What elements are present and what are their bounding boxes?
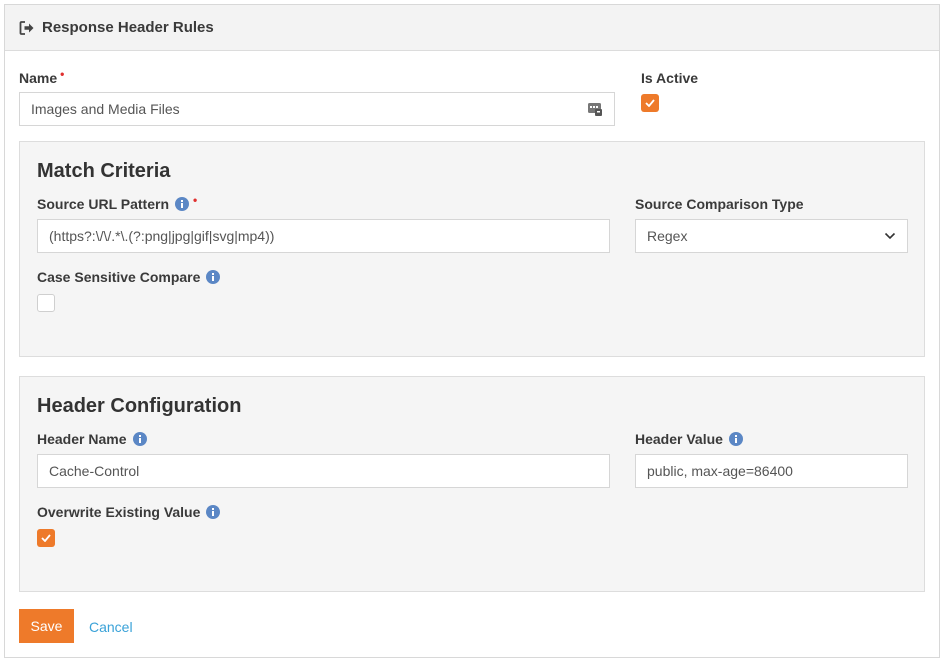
chevron-down-icon: [884, 232, 896, 240]
info-icon[interactable]: [175, 197, 189, 211]
source-comparison-type-label-text: Source Comparison Type: [635, 196, 804, 212]
source-comparison-type-label: Source Comparison Type: [635, 196, 804, 212]
source-url-pattern-label: Source URL Pattern •: [37, 193, 198, 212]
is-active-label-text: Is Active: [641, 70, 699, 86]
header-value-value: public, max-age=86400: [647, 463, 793, 479]
contact-card-icon[interactable]: [587, 101, 603, 117]
header-name-label-text: Header Name: [37, 431, 127, 447]
match-criteria-title: Match Criteria: [37, 160, 171, 182]
header-name-input[interactable]: Cache-Control: [37, 454, 610, 488]
check-icon: [645, 99, 655, 107]
info-icon[interactable]: [206, 270, 221, 284]
info-icon[interactable]: [206, 505, 221, 519]
is-active-label: Is Active: [641, 70, 698, 86]
source-url-pattern-value: (https?:\/\/.*\.(?:png|jpg|gif|svg|mp4)): [49, 228, 275, 244]
case-sensitive-label-text: Case Sensitive Compare: [37, 269, 201, 285]
source-comparison-type-select[interactable]: Regex: [635, 219, 908, 253]
source-comparison-type-selected: Regex: [647, 228, 688, 244]
is-active-checkbox[interactable]: [641, 94, 659, 112]
name-input[interactable]: Images and Media Files: [19, 92, 615, 126]
header-value-input[interactable]: public, max-age=86400: [635, 454, 908, 488]
required-marker: •: [60, 67, 65, 81]
header-configuration-section: Header Configuration Header Name Cache-C…: [19, 376, 925, 592]
sign-out-icon: [19, 20, 35, 36]
overwrite-existing-checkbox[interactable]: [37, 529, 55, 547]
header-value-label-text: Header Value: [635, 431, 723, 447]
overwrite-existing-label: Overwrite Existing Value: [37, 504, 221, 520]
case-sensitive-label: Case Sensitive Compare: [37, 269, 221, 285]
match-criteria-section: Match Criteria Source URL Pattern • (htt…: [19, 141, 925, 357]
overwrite-existing-label-text: Overwrite Existing Value: [37, 504, 201, 520]
header-configuration-title: Header Configuration: [37, 395, 242, 417]
info-icon[interactable]: [728, 432, 743, 446]
case-sensitive-checkbox[interactable]: [37, 294, 55, 312]
header-value-label: Header Value: [635, 431, 743, 447]
panel-header: Response Header Rules: [5, 5, 939, 51]
cancel-link[interactable]: Cancel: [89, 619, 133, 635]
response-header-rules-panel: Response Header Rules Name • Images and …: [4, 4, 940, 658]
name-label: Name •: [19, 67, 65, 86]
source-url-pattern-input[interactable]: (https?:\/\/.*\.(?:png|jpg|gif|svg|mp4)): [37, 219, 610, 253]
save-button[interactable]: Save: [19, 609, 74, 643]
info-icon[interactable]: [132, 432, 147, 446]
check-icon: [41, 534, 51, 542]
source-url-pattern-label-text: Source URL Pattern: [37, 196, 169, 212]
header-name-value: Cache-Control: [49, 463, 140, 479]
required-marker: •: [193, 193, 198, 207]
panel-title: Response Header Rules: [42, 19, 214, 36]
name-input-value: Images and Media Files: [31, 101, 180, 117]
name-label-text: Name: [19, 70, 58, 86]
header-name-label: Header Name: [37, 431, 147, 447]
